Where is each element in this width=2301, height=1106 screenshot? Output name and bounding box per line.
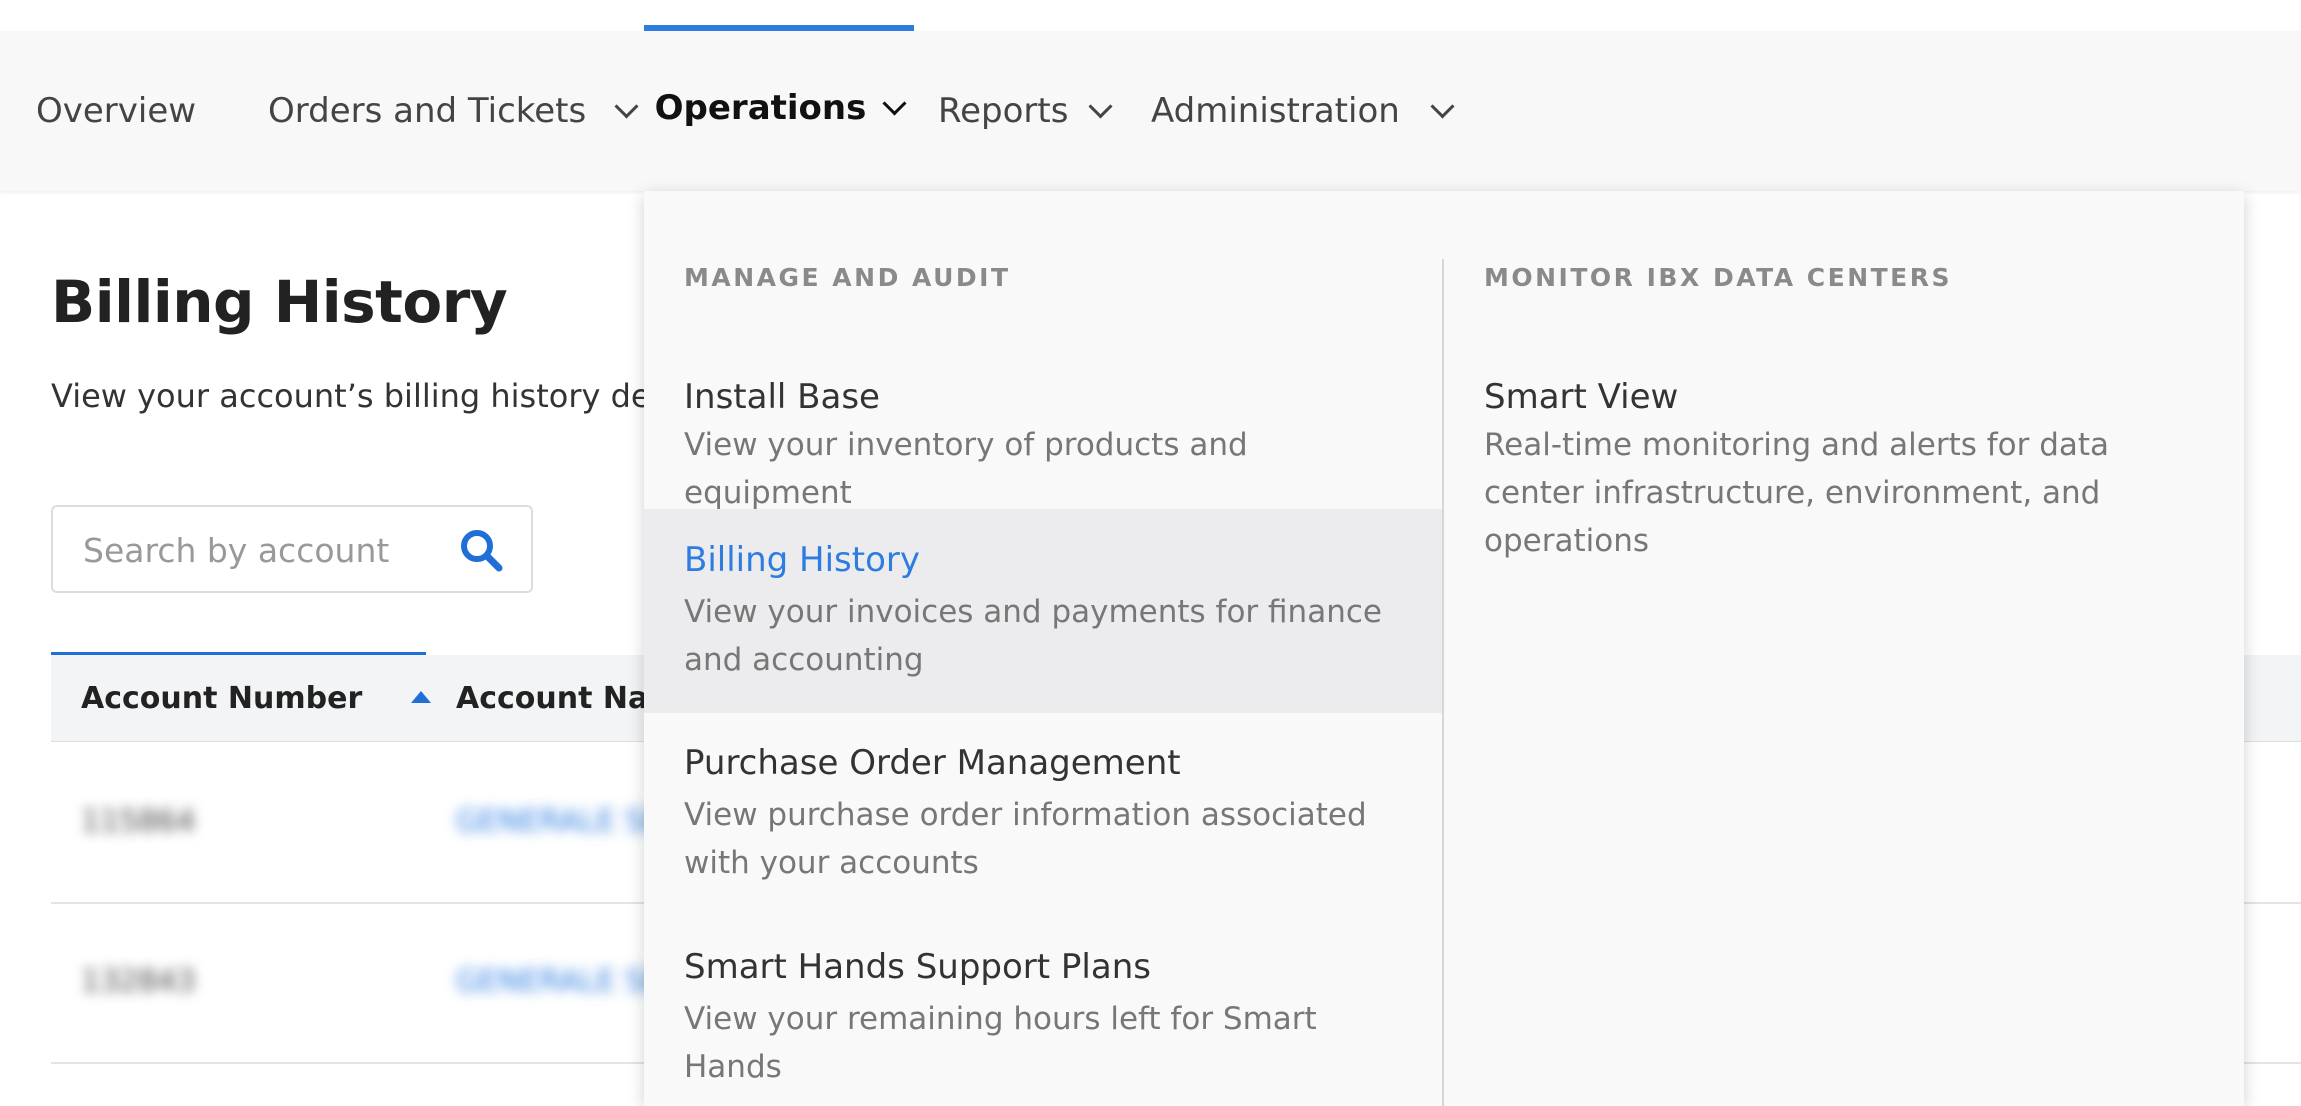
account-number-cell: 132843	[81, 964, 196, 999]
menu-item-description: View your invoices and payments for fina…	[684, 594, 1382, 678]
menu-item-title: Billing History	[684, 540, 921, 580]
chevron-down-icon	[1088, 93, 1113, 119]
chevron-down-icon	[882, 90, 907, 116]
page-subtitle: View your account’s billing history de	[51, 377, 651, 415]
nav-operations-label: Operations	[654, 88, 867, 128]
menu-item-description: View purchase order information associat…	[684, 797, 1367, 881]
nav-orders-and-tickets[interactable]: Orders and Tickets	[268, 31, 639, 191]
menu-item-purchase-order-management[interactable]: Purchase Order Management View purchase …	[644, 713, 1442, 917]
menu-item-description: View your remaining hours left for Smart…	[684, 1001, 1317, 1085]
nav-reports-label: Reports	[938, 91, 1069, 131]
menu-item-title: Purchase Order Management	[684, 743, 1181, 783]
account-name-link[interactable]: GENERALE SE	[456, 964, 663, 999]
nav-reports[interactable]: Reports	[938, 31, 1113, 191]
manage-and-audit-heading: MANAGE AND AUDIT	[684, 263, 1011, 292]
search-input[interactable]	[81, 525, 465, 575]
menu-item-smart-hands-support-plans[interactable]: Smart Hands Support Plans View your rema…	[644, 917, 1442, 1085]
nav-administration[interactable]: Administration	[1151, 31, 1455, 191]
menu-item-description: Real-time monitoring and alerts for data…	[1484, 427, 2110, 559]
main-navigation: Overview Orders and Tickets Operations R…	[0, 25, 2301, 191]
nav-overview-label: Overview	[36, 91, 197, 131]
column-header-label: Account Number	[81, 680, 363, 716]
search-icon[interactable]	[457, 526, 505, 574]
account-number-cell: 115864	[81, 804, 196, 839]
top-strip	[0, 0, 2301, 32]
operations-mega-menu: MANAGE AND AUDIT MONITOR IBX DATA CENTER…	[644, 191, 2244, 1106]
monitor-ibx-heading: MONITOR IBX DATA CENTERS	[1484, 263, 1953, 292]
sort-ascending-icon[interactable]	[411, 691, 431, 703]
menu-item-smart-view[interactable]: Smart View Real-time monitoring and aler…	[1444, 361, 2242, 561]
menu-item-title: Install Base	[684, 377, 880, 417]
search-box	[51, 505, 533, 593]
account-name-link[interactable]: GENERALE SE	[456, 804, 663, 839]
page-title: Billing History	[51, 268, 508, 336]
chevron-down-icon	[1430, 93, 1455, 119]
menu-item-install-base[interactable]: Install Base View your inventory of prod…	[644, 361, 1442, 516]
menu-item-title: Smart Hands Support Plans	[684, 947, 1151, 987]
nav-administration-label: Administration	[1151, 91, 1400, 131]
nav-operations[interactable]: Operations	[644, 25, 914, 185]
menu-item-title: Smart View	[1484, 377, 1679, 417]
column-header-account-number[interactable]: Account Number	[81, 655, 456, 741]
menu-item-billing-history[interactable]: Billing History View your invoices and p…	[644, 509, 1442, 713]
nav-overview[interactable]: Overview	[36, 31, 196, 191]
menu-item-description: View your inventory of products and equi…	[684, 427, 1248, 511]
chevron-down-icon	[614, 93, 639, 119]
nav-orders-label: Orders and Tickets	[268, 91, 587, 131]
